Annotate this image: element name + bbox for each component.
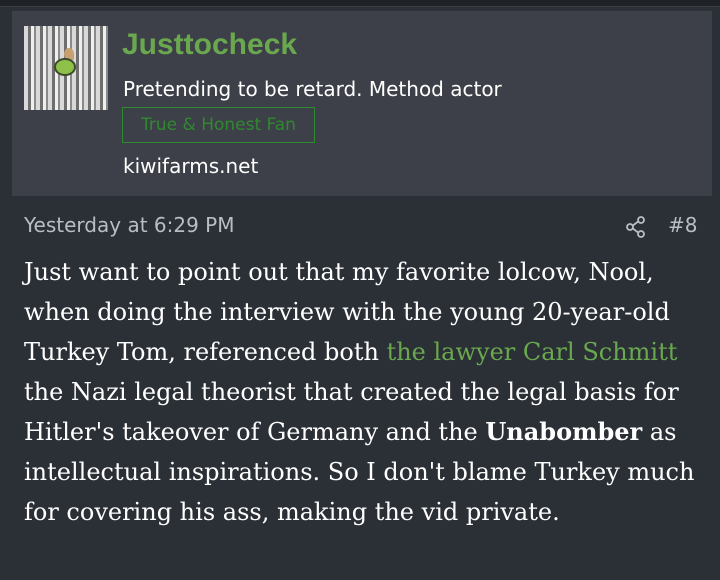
user-site: kiwifarms.net [123, 154, 259, 178]
post-number-link[interactable]: #8 [668, 213, 697, 237]
carl-schmitt-link[interactable]: the lawyer Carl Schmitt [387, 338, 678, 366]
user-banner: True & Honest Fan [122, 107, 315, 143]
avatar[interactable] [24, 26, 108, 110]
post-body: Just want to point out that my favorite … [24, 252, 714, 532]
user-title: Pretending to be retard. Method actor [123, 77, 502, 101]
post-meta: Yesterday at 6:29 PM #8 [24, 213, 698, 241]
share-icon[interactable] [624, 215, 648, 239]
user-block-arrow [56, 196, 80, 208]
avatar-frog-shape [54, 58, 76, 76]
post-timestamp-link[interactable]: Yesterday at 6:29 PM [24, 213, 235, 237]
message-user-block: Justtocheck Pretending to be retard. Met… [12, 11, 712, 208]
username-link[interactable]: Justtocheck [122, 28, 297, 62]
top-bar [0, 0, 720, 7]
post-text-bold: Unabomber [485, 417, 643, 446]
